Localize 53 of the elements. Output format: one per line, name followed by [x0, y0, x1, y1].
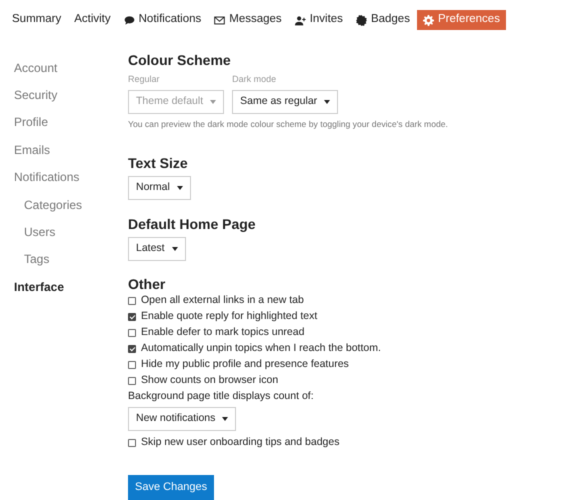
section-heading: Text Size [128, 155, 189, 172]
speech-bubble-icon [124, 14, 135, 26]
sidebar-item[interactable]: Security [14, 79, 128, 107]
sidebar-item[interactable]: Account [14, 52, 128, 80]
sidebar-item[interactable]: Interface [14, 271, 128, 299]
sidebar-item[interactable]: Tags [14, 244, 128, 272]
checkbox-label: Open all external links in a new tab [141, 292, 304, 308]
person-plus-icon [294, 14, 306, 26]
help-text: You can preview the dark mode colour scheme by toggling your device's dark mode. [128, 118, 449, 132]
checkbox-label: Skip new user onboarding tips and badges [141, 434, 340, 450]
dropdown[interactable]: Normal [128, 176, 191, 200]
checkbox[interactable] [128, 296, 136, 305]
checkbox-label: Automatically unpin topics when I reach the bottom. [141, 340, 381, 356]
field-label: Dark mode [232, 72, 278, 86]
caret-icon [222, 416, 228, 421]
section-heading: Colour Scheme [128, 52, 232, 69]
caret-icon [176, 186, 183, 190]
checkbox[interactable] [128, 328, 136, 337]
tab[interactable]: Activity [68, 10, 117, 30]
checkbox[interactable] [128, 360, 136, 369]
sidebar-item[interactable]: Users [14, 216, 128, 244]
section-heading: Default Home Page [128, 216, 257, 233]
checkbox[interactable] [128, 376, 136, 385]
checkbox-label: Hide my public profile and presence features [141, 356, 349, 372]
gear-icon [422, 14, 434, 26]
field-label: Regular [128, 72, 161, 86]
badge-icon [356, 14, 367, 26]
caret-icon [172, 246, 178, 251]
sidebar-item[interactable]: Emails [14, 134, 128, 162]
tab[interactable]: Messages [208, 10, 288, 30]
sidebar-item[interactable]: Profile [14, 106, 128, 134]
section-heading: Other [128, 276, 166, 293]
tab[interactable]: Badges [350, 10, 416, 30]
checkbox[interactable] [128, 438, 136, 447]
checkbox[interactable] [128, 312, 136, 321]
sidebar-item[interactable]: Notifications [14, 162, 128, 189]
save-button[interactable]: Save Changes [128, 474, 214, 500]
envelope-icon [214, 14, 226, 26]
dropdown[interactable]: New notifications [128, 406, 236, 431]
caret-icon [324, 100, 330, 104]
tab[interactable]: Preferences [416, 10, 506, 30]
tab[interactable]: Invites [288, 10, 349, 30]
checkbox-label: Enable defer to mark topics unread [141, 324, 304, 340]
caret-icon [210, 100, 216, 104]
dropdown[interactable]: Latest [128, 236, 186, 261]
tab[interactable]: Notifications [118, 10, 208, 30]
checkbox-label: Enable quote reply for highlighted text [141, 308, 318, 324]
checkbox[interactable] [128, 344, 136, 353]
field-label: Background page title displays count of: [128, 388, 314, 404]
tab[interactable]: Summary [6, 10, 68, 30]
sidebar-item[interactable]: Categories [14, 188, 128, 216]
checkbox-label: Show counts on browser icon [141, 372, 278, 388]
dropdown[interactable]: Same as regular [232, 90, 338, 114]
